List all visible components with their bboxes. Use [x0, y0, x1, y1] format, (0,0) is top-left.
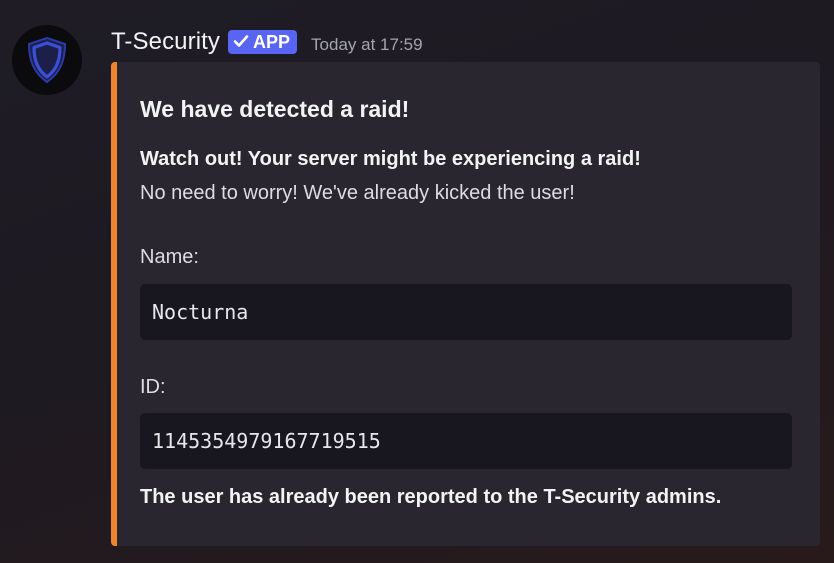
checkmark-icon [233, 32, 249, 53]
avatar[interactable] [12, 25, 82, 95]
field-id-value: 1145354979167719515 [140, 413, 792, 469]
message-header: T-Security APP Today at 17:59 [111, 26, 423, 58]
embed-warning-text: Watch out! Your server might be experien… [140, 148, 641, 170]
embed-title: We have detected a raid! [140, 96, 410, 122]
author-username[interactable]: T-Security [111, 28, 220, 56]
embed-description: No need to worry! We've already kicked t… [140, 182, 575, 204]
field-id-label: ID: [140, 376, 166, 398]
field-name-label: Name: [140, 246, 199, 268]
chat-message: T-Security APP Today at 17:59 We have de… [0, 0, 834, 563]
app-badge-label: APP [253, 31, 291, 52]
embed-card: We have detected a raid! Watch out! Your… [111, 62, 820, 546]
message-timestamp[interactable]: Today at 17:59 [311, 35, 423, 55]
shield-icon [27, 36, 67, 84]
embed-report-note: The user has already been reported to th… [140, 486, 722, 508]
app-badge: APP [228, 30, 298, 54]
field-name-value: Nocturna [140, 284, 792, 340]
